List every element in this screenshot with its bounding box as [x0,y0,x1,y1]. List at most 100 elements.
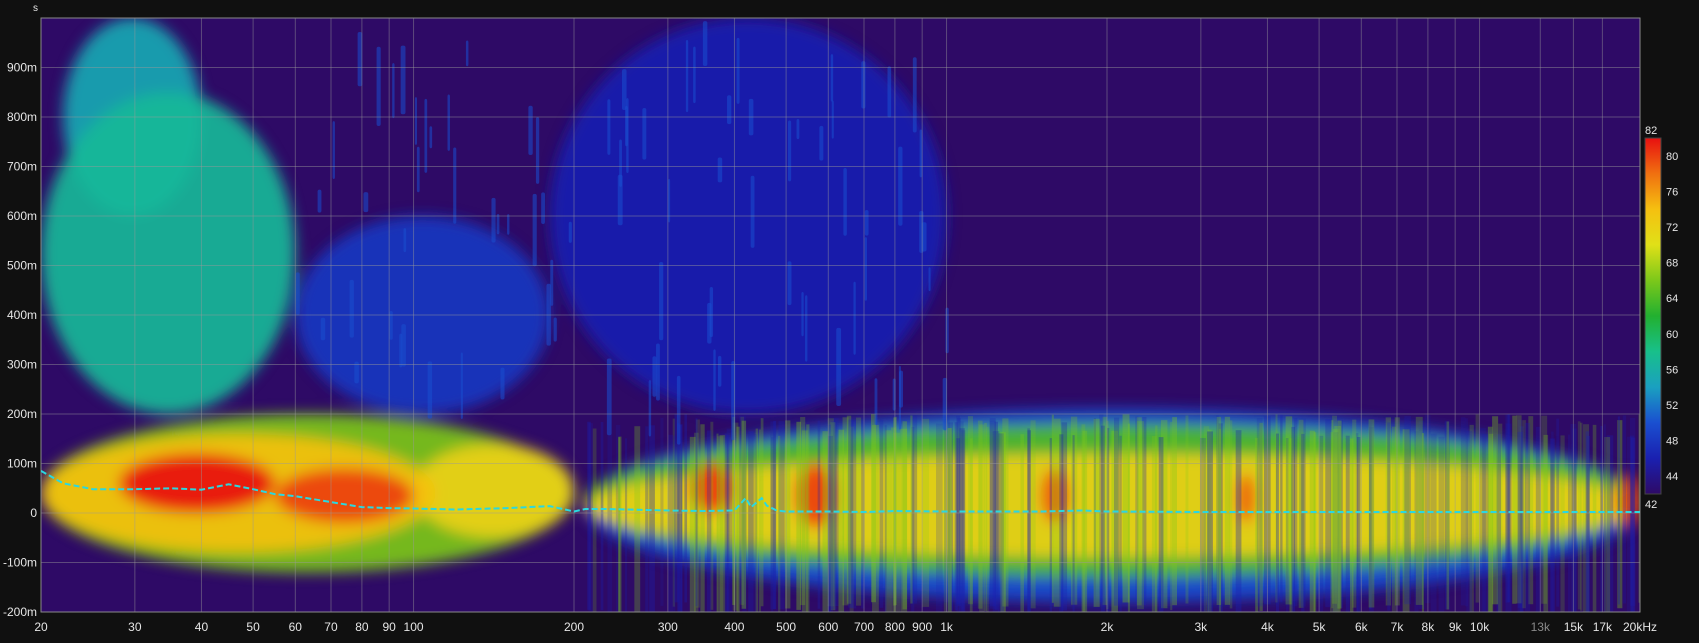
texture-streak [879,419,884,608]
texture-streak [1592,424,1597,612]
color-scale-tick-label: 82 [1645,125,1657,137]
x-tick-label: 17k [1593,620,1613,634]
texture-streak [967,416,974,605]
color-scale-tick-label: 56 [1666,364,1678,376]
x-tick-label: 50 [246,620,260,634]
texture-streak [1541,415,1548,604]
x-tick-label: 60 [289,620,303,634]
texture-streak [1446,421,1450,610]
x-tick-label: 5k [1313,620,1327,634]
texture-streak [528,105,533,156]
x-tick-label: 800 [885,620,905,634]
texture-streak [773,420,777,609]
texture-streak [874,378,878,425]
texture-streak [607,99,611,155]
texture-streak [702,21,708,66]
texture-streak [1235,430,1242,612]
texture-streak [912,57,917,133]
texture-streak [684,414,688,603]
texture-streak [754,434,757,612]
x-tick-label: 500 [776,620,796,634]
texture-streak [1498,423,1503,612]
texture-streak [864,209,869,236]
texture-streak [898,146,903,226]
texture-streak [649,425,655,612]
texture-streak [796,119,800,140]
texture-streak [954,422,958,611]
texture-streak [787,120,792,182]
texture-streak [460,352,463,420]
y-tick-label: 300m [7,358,37,372]
texture-streak [1291,426,1296,612]
texture-streak [819,125,824,161]
texture-streak [568,221,572,243]
texture-streak [693,46,696,104]
x-tick-label: 40 [195,620,209,634]
x-tick-label: 300 [658,620,678,634]
texture-streak [836,327,842,407]
texture-streak [447,94,450,151]
x-tick-label: 15k [1564,620,1584,634]
texture-streak [592,428,597,612]
texture-streak [713,349,716,411]
texture-streak [1059,434,1064,612]
texture-streak [621,69,627,111]
texture-streak [989,420,996,609]
y-tick-label: -200m [3,605,37,619]
heat-region [413,443,574,538]
texture-streak [532,193,537,267]
texture-streak [947,428,952,612]
texture-streak [1100,425,1105,612]
texture-streak [642,107,647,160]
texture-streak [919,211,924,253]
texture-streak [805,295,808,362]
texture-streak [899,370,903,408]
texture-streak [403,228,407,253]
y-tick-label: 500m [7,259,37,273]
texture-streak [760,418,764,607]
texture-streak [1224,416,1231,605]
texture-streak [1517,431,1523,612]
texture-streak [1216,416,1222,605]
texture-streak [977,420,983,609]
texture-streak [1275,433,1279,612]
texture-streak [736,37,740,104]
texture-streak [1030,420,1036,609]
texture-streak [700,424,705,612]
texture-streak [935,423,943,612]
texture-streak [491,197,496,243]
x-tick-label: 900 [912,620,932,634]
texture-streak [864,237,868,301]
texture-streak [659,261,664,341]
texture-streak [320,317,326,341]
texture-streak [822,431,829,612]
y-tick-label: 800m [7,110,37,124]
texture-streak [392,63,395,119]
color-scale: 42 44 48 52 56 60 64 68 72 76 80 82 [1644,125,1678,511]
texture-streak [429,126,433,149]
texture-streak [427,361,433,419]
texture-streak [806,424,810,612]
texture-streak [332,121,335,180]
texture-streak [1170,422,1173,611]
texture-streak [853,281,856,355]
texture-streak [928,267,931,292]
texture-streak [1337,420,1342,609]
texture-streak [1151,436,1157,612]
texture-streak [817,420,821,609]
texture-streak [750,175,755,248]
texture-streak [707,302,712,344]
texture-streak [1387,422,1391,611]
y-axis-unit-label: s [33,3,38,14]
texture-streak [748,431,754,612]
texture-streak [1585,431,1590,612]
texture-streak [401,324,406,367]
texture-streak [787,261,792,306]
texture-streak [685,40,689,113]
texture-streak [830,54,834,102]
x-tick-label: 400 [724,620,744,634]
x-tick-label: 200 [564,620,584,634]
texture-streak [984,422,987,612]
y-tick-label: -100m [3,556,37,570]
color-scale-tick-label: 76 [1666,186,1678,198]
